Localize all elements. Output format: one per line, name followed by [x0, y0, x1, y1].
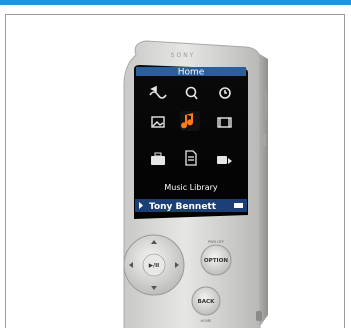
- play-pause-label: ▶/II: [149, 263, 160, 269]
- option-button[interactable]: OPTION: [200, 244, 232, 276]
- battery-icon: [234, 203, 243, 208]
- option-caption: PWR OFF: [208, 240, 224, 244]
- option-label: OPTION: [204, 258, 229, 264]
- back-caption: HOME: [201, 319, 213, 323]
- back-label: BACK: [197, 299, 215, 305]
- selected-menu-label: Music Library: [164, 183, 218, 192]
- photo-frame: SONY Home Music Library Tony Bennett ▶/I…: [5, 14, 345, 328]
- player-screen: Home Music Library Tony Bennett: [134, 65, 248, 219]
- top-accent-bar: [0, 0, 351, 5]
- music-note-icon: [180, 111, 200, 131]
- now-playing-artist: Tony Bennett: [149, 202, 217, 212]
- brand-logo: SONY: [171, 52, 196, 59]
- strap-hole: [256, 311, 262, 321]
- walkman-photo: SONY Home Music Library Tony Bennett ▶/I…: [123, 40, 268, 328]
- screen-title: Home: [178, 68, 205, 78]
- back-button[interactable]: BACK: [191, 286, 221, 316]
- volume-key: [263, 90, 267, 120]
- control-pad[interactable]: ▶/II: [123, 234, 185, 296]
- hold-switch: [262, 133, 266, 147]
